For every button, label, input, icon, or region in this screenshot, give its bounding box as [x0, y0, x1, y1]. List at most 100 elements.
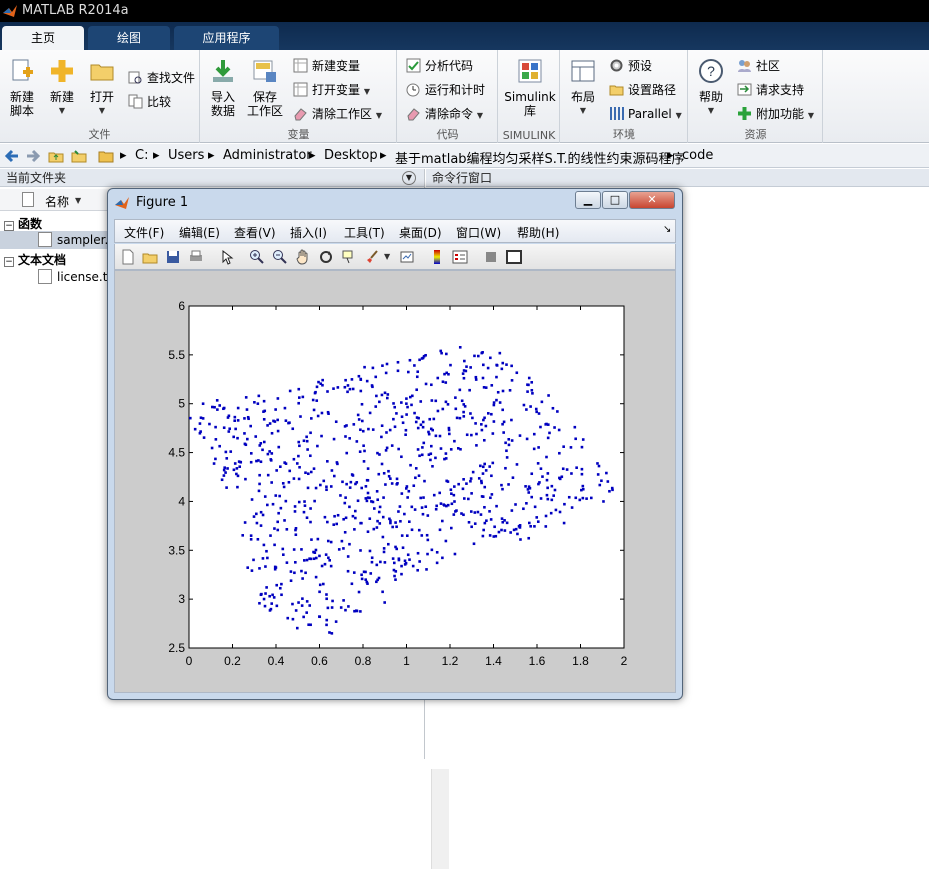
tab-home[interactable]: 主页	[2, 26, 84, 50]
open-variable-button[interactable]: 打开变量 ▼	[293, 80, 370, 100]
show-plot-tools-icon[interactable]	[506, 249, 522, 265]
data-point	[259, 510, 263, 514]
parallel-dropdown-arrow[interactable]: ▼	[676, 111, 682, 120]
clear-commands-dropdown-arrow[interactable]: ▼	[477, 111, 483, 120]
data-point	[492, 420, 496, 423]
data-point	[419, 400, 423, 403]
tab-plots[interactable]: 绘图	[88, 26, 170, 50]
add-ons-button[interactable]: 附加功能 ▼	[737, 104, 814, 124]
breadcrumb-separator-icon[interactable]: ▸	[667, 148, 674, 163]
clear-commands-button[interactable]: 清除命令 ▼	[406, 104, 483, 124]
menu-insert[interactable]: 插入(I)	[290, 224, 327, 241]
analyze-code-button[interactable]: 分析代码	[406, 56, 473, 76]
hide-plot-tools-icon[interactable]	[483, 249, 499, 265]
browse-folder-icon[interactable]	[71, 148, 87, 164]
close-button[interactable]: ✕	[629, 191, 675, 209]
find-files-button[interactable]: 查找文件	[128, 68, 195, 88]
list-item[interactable]: license.txt	[0, 268, 119, 286]
layout-dropdown-arrow[interactable]: ▼	[565, 104, 601, 118]
data-point	[294, 533, 298, 537]
data-cursor-icon[interactable]	[341, 249, 357, 265]
group-text-documents[interactable]: − 文本文档	[4, 251, 66, 268]
clear-workspace-dropdown-arrow[interactable]: ▼	[376, 111, 382, 120]
breadcrumb-separator-icon[interactable]: ▸	[380, 148, 387, 163]
panel-actions-icon[interactable]: ▼	[402, 171, 416, 185]
sort-arrow-icon[interactable]: ▼	[75, 196, 81, 205]
menu-file[interactable]: 文件(F)	[124, 224, 164, 241]
help-button[interactable]: ? 帮助 ▼	[693, 58, 729, 118]
clear-workspace-button[interactable]: 清除工作区 ▼	[293, 104, 382, 124]
group-functions[interactable]: − 函数	[4, 215, 42, 232]
help-dropdown-arrow[interactable]: ▼	[693, 104, 729, 118]
menu-help[interactable]: 帮助(H)	[517, 224, 559, 241]
simulink-library-button[interactable]: Simulink 库	[503, 58, 557, 118]
save-workspace-button[interactable]: 保存 工作区	[245, 58, 285, 118]
layout-button[interactable]: 布局 ▼	[565, 58, 601, 118]
pan-hand-icon[interactable]	[295, 249, 311, 265]
new-script-button[interactable]: 新建 脚本	[4, 58, 40, 118]
new-variable-button[interactable]: 新建变量	[293, 56, 360, 76]
menu-edit[interactable]: 编辑(E)	[179, 224, 220, 241]
new-figure-icon[interactable]	[120, 249, 136, 265]
colorbar-icon[interactable]	[429, 249, 445, 265]
tab-apps[interactable]: 应用程序	[174, 26, 279, 50]
legend-icon[interactable]	[452, 249, 468, 265]
save-icon[interactable]	[165, 249, 181, 265]
print-icon[interactable]	[188, 249, 204, 265]
open-dropdown-arrow[interactable]: ▼	[84, 104, 120, 118]
y-tick-label: 3.5	[168, 543, 185, 557]
menu-desktop[interactable]: 桌面(D)	[399, 224, 442, 241]
breadcrumb-separator-icon[interactable]: ▸	[208, 148, 215, 163]
preferences-button[interactable]: 预设	[609, 56, 652, 76]
link-plot-icon[interactable]	[399, 249, 415, 265]
figure-window[interactable]: Figure 1 ▁ □ ✕ 文件(F) 编辑(E) 查看(V) 插入(I) 工…	[107, 188, 683, 700]
breadcrumb-separator-icon[interactable]: ▸	[309, 148, 316, 163]
up-folder-icon[interactable]	[48, 148, 64, 164]
zoom-in-icon[interactable]	[249, 249, 265, 265]
breadcrumb-code[interactable]: code	[682, 148, 713, 163]
breadcrumb-users[interactable]: Users	[168, 148, 204, 163]
data-point	[326, 520, 329, 524]
breadcrumb-administrator[interactable]: Administrator	[223, 148, 312, 163]
maximize-button[interactable]: □	[602, 191, 628, 209]
menu-window[interactable]: 窗口(W)	[456, 224, 501, 241]
command-window-scrollbar[interactable]	[431, 769, 449, 869]
set-path-button[interactable]: 设置路径	[609, 80, 676, 100]
parallel-button[interactable]: Parallel ▼	[609, 104, 682, 124]
data-point	[312, 467, 316, 470]
brush-icon[interactable]	[364, 249, 380, 265]
open-variable-dropdown-arrow[interactable]: ▼	[364, 87, 370, 96]
request-support-button[interactable]: 请求支持	[737, 80, 804, 100]
rotate-3d-icon[interactable]	[318, 249, 334, 265]
breadcrumb-project[interactable]: 基于matlab编程均匀采样S.T.的线性约束源码程序	[395, 148, 684, 167]
breadcrumb-c[interactable]: C:	[135, 148, 148, 163]
menu-tools[interactable]: 工具(T)	[344, 224, 385, 241]
back-arrow-icon[interactable]	[4, 148, 20, 164]
community-button[interactable]: 社区	[737, 56, 780, 76]
new-dropdown-arrow[interactable]: ▼	[44, 104, 80, 118]
forward-arrow-icon[interactable]	[25, 148, 41, 164]
new-button[interactable]: 新建 ▼	[44, 58, 80, 118]
data-point	[519, 538, 522, 541]
collapse-icon[interactable]: −	[4, 257, 14, 267]
import-data-button[interactable]: 导入 数据	[205, 58, 241, 118]
menu-dock-icon[interactable]: ↘	[663, 224, 671, 235]
zoom-out-icon[interactable]	[272, 249, 288, 265]
run-and-time-button[interactable]: 运行和计时	[406, 80, 485, 100]
edit-plot-arrow-icon[interactable]	[219, 249, 235, 265]
data-point	[336, 462, 339, 466]
breadcrumb-desktop[interactable]: Desktop	[324, 148, 378, 163]
collapse-icon[interactable]: −	[4, 221, 14, 231]
brush-dropdown-arrow[interactable]: ▼	[384, 252, 392, 268]
data-point	[353, 609, 356, 613]
menu-view[interactable]: 查看(V)	[234, 224, 276, 241]
open-file-icon[interactable]	[142, 249, 158, 265]
name-column-header[interactable]: 名称	[45, 193, 69, 210]
list-item[interactable]: sampler.m	[0, 231, 120, 249]
compare-button[interactable]: 比较	[128, 92, 171, 112]
minimize-button[interactable]: ▁	[575, 191, 601, 209]
breadcrumb-separator-icon[interactable]: ▸	[153, 148, 160, 163]
add-ons-dropdown-arrow[interactable]: ▼	[808, 111, 814, 120]
breadcrumb-separator-icon[interactable]: ▸	[120, 148, 127, 163]
open-button[interactable]: 打开 ▼	[84, 58, 120, 118]
